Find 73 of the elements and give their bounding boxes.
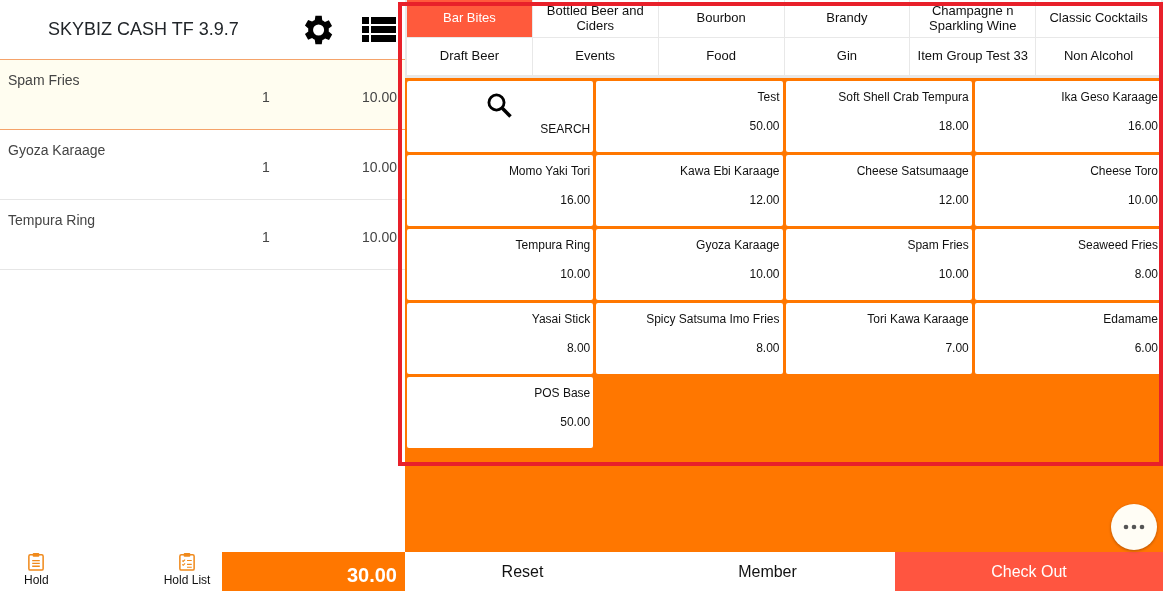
product-price: 18.00 (938, 118, 969, 135)
product-tile[interactable]: Momo Yaki Tori 16.00 (407, 155, 594, 226)
product-name: Edamame (1103, 311, 1158, 328)
product-tile[interactable]: Seaweed Fries 8.00 (974, 229, 1161, 300)
product-tile[interactable]: Gyoza Karaage 10.00 (596, 229, 783, 300)
product-name: Soft Shell Crab Tempura (838, 89, 969, 106)
hold-list-button[interactable]: Hold List (163, 552, 211, 591)
product-name: Cheese Toro (1090, 163, 1158, 180)
category-tab[interactable]: Draft Beer (407, 38, 532, 75)
item-amount: 10.00 (361, 88, 397, 107)
product-name: Yasai Stick (531, 311, 591, 328)
clipboard-icon (178, 552, 197, 571)
product-price: 10.00 (938, 266, 969, 283)
product-price: 16.00 (1127, 118, 1158, 135)
category-tab[interactable]: Events (532, 38, 658, 75)
product-tile[interactable]: Tori Kawa Karaage 7.00 (785, 303, 972, 374)
product-tile[interactable]: Cheese Satsumaage 12.00 (785, 155, 972, 226)
product-price: 10.00 (749, 266, 780, 283)
hold-button[interactable]: Hold (24, 552, 49, 591)
search-icon (486, 92, 514, 120)
product-price: 6.00 (1134, 340, 1158, 357)
product-price: 50.00 (560, 414, 591, 431)
app-title: SKYBIZ CASH TF 3.9.7 (47, 18, 240, 41)
category-tab[interactable]: Food (658, 38, 784, 75)
item-quantity: 1 (262, 88, 270, 107)
item-name: Tempura Ring (8, 211, 96, 230)
clipboard-icon (27, 552, 46, 571)
product-name: Spicy Satsuma Imo Fries (646, 311, 780, 328)
product-tile[interactable]: Edamame 6.00 (974, 303, 1161, 374)
product-name: Momo Yaki Tori (508, 163, 591, 180)
product-tile[interactable]: Spicy Satsuma Imo Fries 8.00 (596, 303, 783, 374)
product-tile[interactable]: Soft Shell Crab Tempura 18.00 (785, 81, 972, 152)
product-tile[interactable]: Ika Geso Karaage 16.00 (974, 81, 1161, 152)
product-name: POS Base (534, 385, 591, 402)
product-price: 50.00 (749, 118, 780, 135)
category-tab[interactable]: Gin (784, 38, 910, 75)
item-quantity: 1 (262, 228, 270, 247)
product-name: Ika Geso Karaage (1061, 89, 1158, 106)
item-amount: 10.00 (361, 228, 397, 247)
product-tile[interactable]: Spam Fries 10.00 (785, 229, 972, 300)
product-price: 8.00 (566, 340, 591, 357)
product-name: Seaweed Fries (1077, 237, 1158, 254)
more-icon (1123, 524, 1145, 530)
product-name: Gyoza Karaage (696, 237, 780, 254)
product-name: Kawa Ebi Karaage (680, 163, 780, 180)
search-button[interactable]: SEARCH (407, 81, 594, 152)
product-name: Test (757, 89, 780, 106)
product-price: 8.00 (1134, 266, 1158, 283)
item-name: Spam Fries (8, 71, 80, 90)
product-tile[interactable]: Test 50.00 (596, 81, 783, 152)
item-name: Gyoza Karaage (8, 141, 106, 160)
total-amount: 30.00 (222, 552, 405, 591)
item-amount: 10.00 (361, 158, 397, 177)
product-name: Spam Fries (907, 237, 969, 254)
product-tile[interactable]: Tempura Ring 10.00 (407, 229, 594, 300)
category-tab[interactable]: Item Group Test 33 (910, 38, 1036, 75)
category-tab[interactable]: Non Alcohol (1036, 38, 1161, 75)
product-price: 7.00 (945, 340, 969, 357)
product-name: Cheese Satsumaage (856, 163, 969, 180)
product-tile[interactable]: Cheese Toro 10.00 (974, 155, 1161, 226)
product-price: 12.00 (938, 192, 969, 209)
item-quantity: 1 (262, 158, 270, 177)
product-tile[interactable]: Yasai Stick 8.00 (407, 303, 594, 374)
product-price: 10.00 (1127, 192, 1158, 209)
product-price: 12.00 (749, 192, 780, 209)
product-tile[interactable]: Kawa Ebi Karaage 12.00 (596, 155, 783, 226)
product-tile[interactable]: POS Base 50.00 (407, 377, 594, 448)
product-name: Tori Kawa Karaage (867, 311, 969, 328)
product-name: Tempura Ring (515, 237, 591, 254)
product-price: 8.00 (756, 340, 780, 357)
product-price: 16.00 (560, 192, 591, 209)
more-button[interactable] (1111, 504, 1157, 550)
product-price: 10.00 (560, 266, 591, 283)
